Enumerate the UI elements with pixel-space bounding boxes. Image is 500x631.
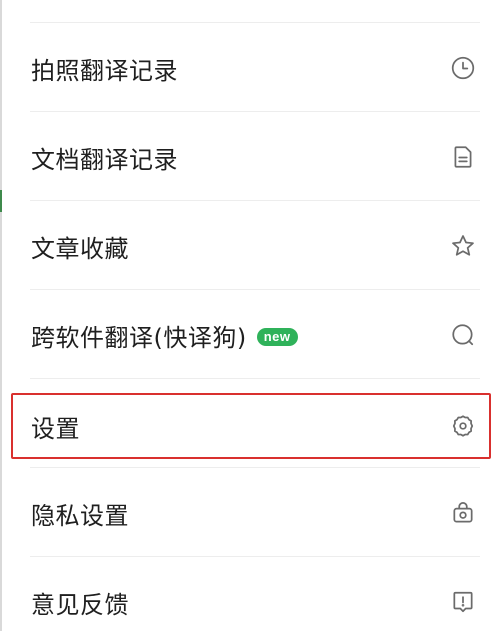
menu-item-document-history[interactable]: 文档翻译记录 — [0, 113, 500, 201]
document-icon — [450, 144, 476, 170]
menu-item-label: 文档翻译记录 — [31, 145, 178, 174]
menu-item-label: 拍照翻译记录 — [31, 56, 178, 85]
divider — [30, 22, 480, 23]
divider — [30, 378, 480, 379]
clock-icon — [450, 55, 476, 81]
menu-item-label: 隐私设置 — [31, 501, 129, 530]
menu-item-privacy-settings[interactable]: 隐私设置 — [0, 469, 500, 557]
feedback-icon — [450, 589, 476, 615]
new-badge: new — [256, 327, 298, 346]
menu-item-article-favorites[interactable]: 文章收藏 — [0, 202, 500, 290]
menu-item-photo-history[interactable]: 拍照翻译记录 — [0, 24, 500, 112]
camera-lock-icon — [450, 500, 476, 526]
divider — [30, 556, 480, 557]
menu-item-label-text: 跨软件翻译(快译狗) — [31, 323, 247, 352]
menu-item-label: 跨软件翻译(快译狗) new — [31, 318, 298, 353]
menu-item-label: 意见反馈 — [31, 590, 129, 619]
menu-item-cross-app-translate[interactable]: 跨软件翻译(快译狗) new — [0, 291, 500, 379]
star-icon — [450, 233, 476, 259]
settings-highlight-box — [11, 393, 491, 459]
menu-page: 拍照翻译记录 文档翻译记录 文章收藏 跨软件翻译(快译狗) new 设置 隐私设… — [0, 0, 500, 631]
divider — [30, 111, 480, 112]
menu-item-feedback[interactable]: 意见反馈 — [0, 558, 500, 631]
menu-item-label: 文章收藏 — [31, 234, 129, 263]
search-bubble-icon — [450, 322, 476, 348]
divider — [30, 200, 480, 201]
divider — [30, 467, 480, 468]
divider — [30, 289, 480, 290]
